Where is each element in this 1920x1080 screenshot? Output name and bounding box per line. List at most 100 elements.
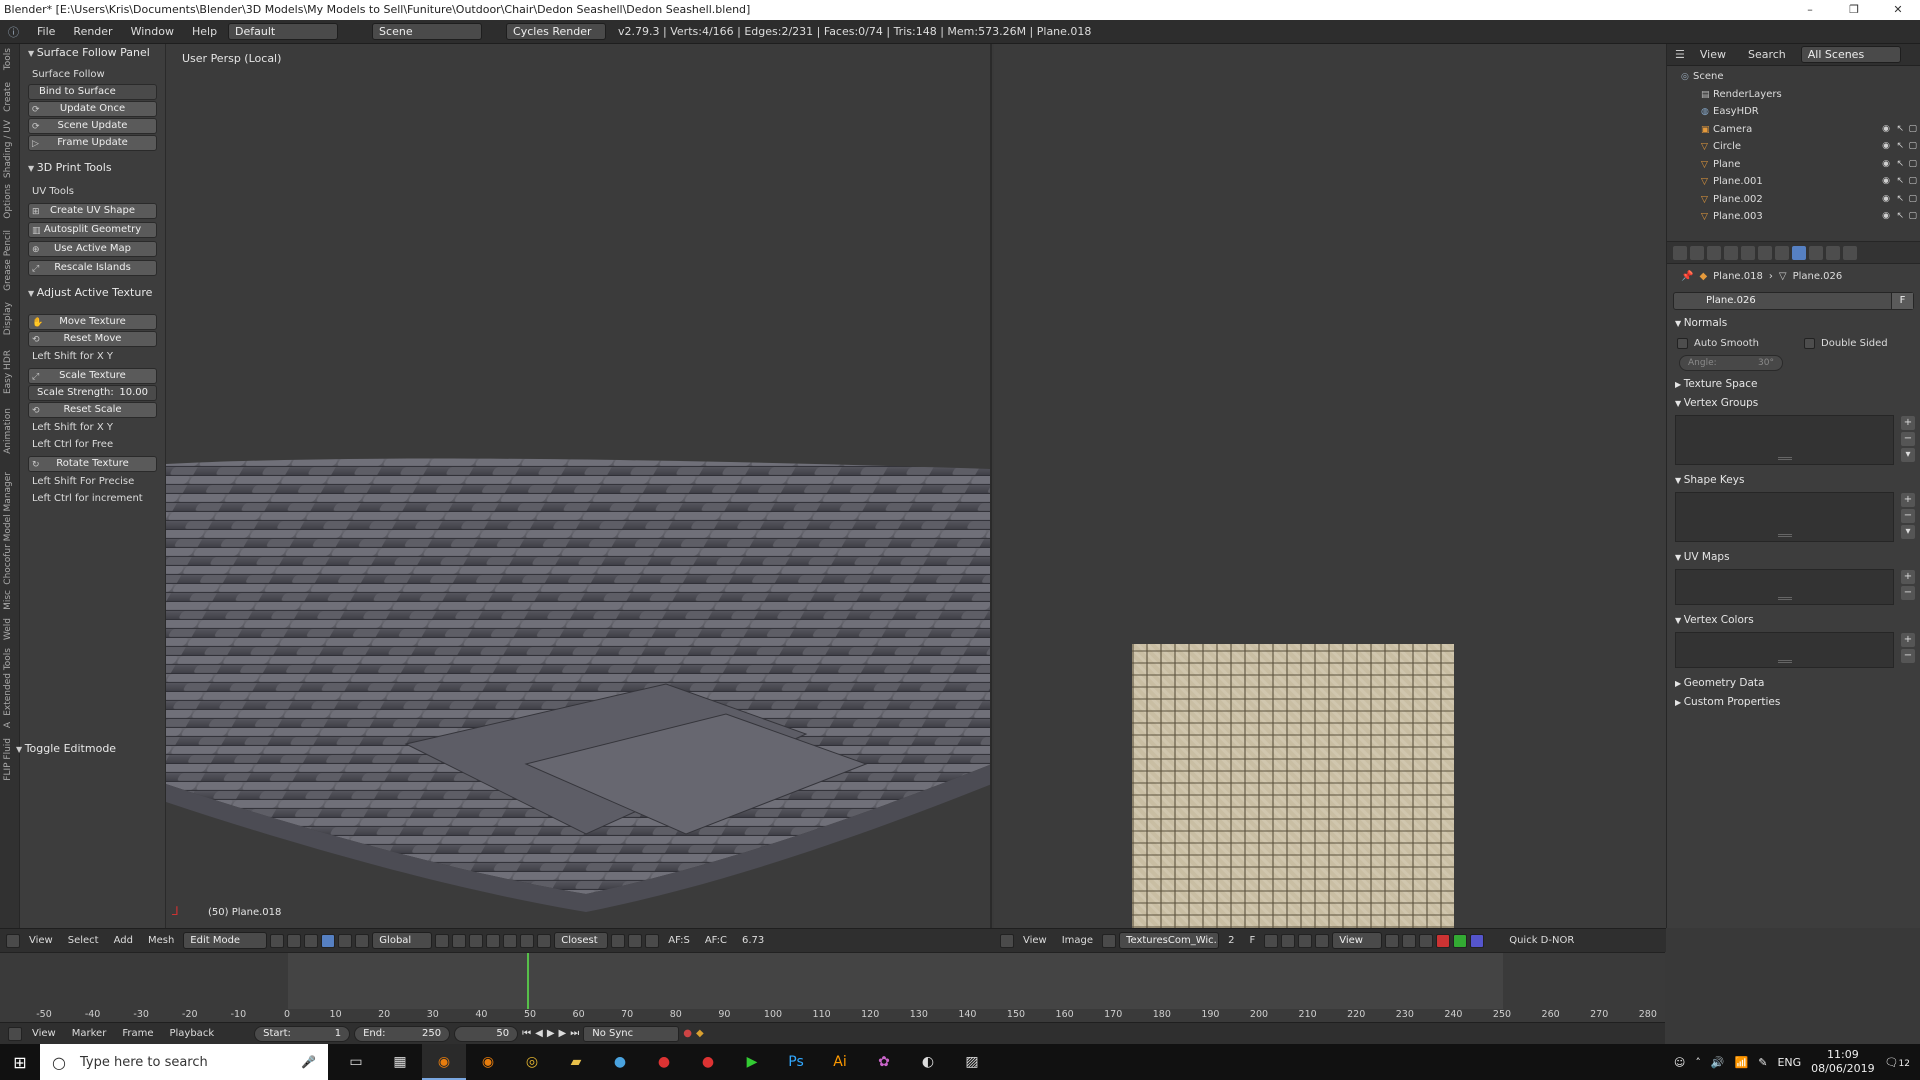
color-app-icon[interactable]: ✿ bbox=[862, 1044, 906, 1080]
pin-icon[interactable]: 📌 bbox=[1681, 271, 1693, 282]
tab-easy-hdr[interactable]: Easy HDR bbox=[3, 350, 13, 394]
cursor-icon[interactable]: ↖ bbox=[1896, 138, 1904, 155]
photoshop-icon[interactable]: Ps bbox=[774, 1044, 818, 1080]
section-uv-maps[interactable]: UV Maps bbox=[1667, 548, 1920, 567]
frame-update-button[interactable]: ▷ Frame Update bbox=[28, 135, 157, 151]
render-icon[interactable]: ▢ bbox=[1908, 156, 1917, 173]
render-icon[interactable]: ▢ bbox=[1908, 173, 1917, 190]
cursor-icon[interactable]: ↖ bbox=[1896, 208, 1904, 225]
chrome-icon[interactable]: ◎ bbox=[510, 1044, 554, 1080]
red-app-2-icon[interactable]: ● bbox=[686, 1044, 730, 1080]
add-uv-map-button[interactable]: + bbox=[1901, 570, 1915, 584]
section-normals[interactable]: Normals bbox=[1667, 314, 1920, 333]
menu-file[interactable]: File bbox=[30, 25, 62, 38]
toggle-editmode-panel[interactable]: Toggle Editmode bbox=[8, 740, 158, 758]
image-datablock[interactable]: TexturesCom_Wic... bbox=[1119, 932, 1220, 949]
3d-menu-select[interactable]: Select bbox=[62, 935, 105, 946]
material-tab-icon[interactable] bbox=[1809, 245, 1823, 260]
tab-tools[interactable]: Tools bbox=[3, 48, 13, 70]
close-button[interactable]: ✕ bbox=[1876, 0, 1920, 20]
render-icon[interactable]: ▢ bbox=[1908, 138, 1917, 155]
remove-vertex-group-button[interactable]: − bbox=[1901, 432, 1915, 446]
uv-image-editor[interactable] bbox=[994, 44, 1666, 928]
outliner-menu-search[interactable]: Search bbox=[1741, 48, 1793, 61]
outliner-row-circle[interactable]: ▽ Circle ◉ ↖ ▢ bbox=[1667, 138, 1920, 156]
render-icon[interactable]: ▢ bbox=[1908, 191, 1917, 208]
texture-tab-icon[interactable] bbox=[1826, 245, 1840, 260]
outliner-row-camera[interactable]: ▣ Camera ◉ ↖ ▢ bbox=[1667, 121, 1920, 139]
render-tab-icon[interactable] bbox=[1673, 245, 1687, 260]
section-texture-space[interactable]: Texture Space bbox=[1667, 375, 1920, 394]
outliner-row-plane[interactable]: ▽ Plane ◉ ↖ ▢ bbox=[1667, 156, 1920, 174]
auto-smooth-checkbox[interactable] bbox=[1677, 337, 1688, 349]
image-menu-view[interactable]: View bbox=[1017, 935, 1053, 946]
scale-texture-button[interactable]: ⤢ Scale Texture bbox=[28, 368, 157, 384]
prev-key-icon[interactable]: ◀ bbox=[535, 1028, 543, 1039]
eye-icon[interactable]: ◉ bbox=[1882, 121, 1890, 138]
snap-icon[interactable] bbox=[520, 933, 535, 948]
jump-end-icon[interactable]: ⏭ bbox=[570, 1028, 579, 1039]
physics-tab-icon[interactable] bbox=[1843, 245, 1857, 260]
autosplit-geometry-button[interactable]: ▥ Autosplit Geometry bbox=[28, 222, 157, 238]
pen-icon[interactable]: ✎ bbox=[1758, 1056, 1767, 1069]
face-select-icon[interactable] bbox=[469, 933, 484, 948]
create-uv-shape-button[interactable]: ⊞ Create UV Shape bbox=[28, 203, 157, 219]
shading-icon[interactable] bbox=[270, 933, 285, 948]
snap-align-icon[interactable] bbox=[611, 933, 626, 948]
angle-field[interactable]: Angle: 30° bbox=[1679, 355, 1783, 371]
vertex-groups-list[interactable]: + − ▾ bbox=[1675, 415, 1915, 465]
uv-sync-icon[interactable] bbox=[1402, 933, 1417, 948]
cursor-icon[interactable]: ↖ bbox=[1896, 173, 1904, 190]
image-browse-icon[interactable] bbox=[1102, 933, 1117, 948]
editor-type-icon[interactable] bbox=[1000, 933, 1014, 948]
move-texture-button[interactable]: ✋ Move Texture bbox=[28, 314, 157, 330]
cursor-icon[interactable]: ↖ bbox=[1896, 191, 1904, 208]
modifiers-tab-icon[interactable] bbox=[1775, 245, 1789, 260]
tab-chocofur[interactable]: Chocofur Model Manager bbox=[3, 472, 13, 585]
volume-icon[interactable]: 🔊 bbox=[1711, 1056, 1725, 1069]
add-vertex-color-button[interactable]: + bbox=[1901, 633, 1915, 647]
use-active-map-button[interactable]: ⊕ Use Active Map bbox=[28, 241, 157, 257]
rescale-islands-button[interactable]: ⤢ Rescale Islands bbox=[28, 260, 157, 276]
outliner-editor-icon[interactable]: ☰ bbox=[1675, 48, 1685, 61]
panel-adjust-active-texture[interactable]: Adjust Active Texture bbox=[20, 284, 165, 302]
file-explorer-icon[interactable]: ▰ bbox=[554, 1044, 598, 1080]
current-frame-marker[interactable] bbox=[527, 953, 529, 1009]
blender-icon[interactable]: ◉ bbox=[422, 1044, 466, 1080]
vertex-group-menu-icon[interactable]: ▾ bbox=[1901, 448, 1915, 462]
3d-menu-view[interactable]: View bbox=[23, 935, 59, 946]
clock[interactable]: 11:09 08/06/2019 bbox=[1811, 1048, 1874, 1076]
reset-scale-button[interactable]: ⟲ Reset Scale bbox=[28, 402, 157, 418]
eye-icon[interactable]: ◉ bbox=[1882, 173, 1890, 190]
sync-mode-selector[interactable]: No Sync bbox=[583, 1025, 680, 1042]
list-resize-grip[interactable] bbox=[1777, 457, 1792, 460]
opengl-render-icon[interactable] bbox=[645, 933, 660, 948]
minimize-button[interactable]: – bbox=[1788, 0, 1832, 20]
translate-icon[interactable] bbox=[321, 933, 336, 948]
editor-type-icon[interactable] bbox=[6, 933, 20, 948]
vertex-colors-list[interactable]: + − bbox=[1675, 632, 1915, 668]
section-custom-properties[interactable]: Custom Properties bbox=[1667, 693, 1920, 712]
photos-icon[interactable]: ▨ bbox=[950, 1044, 994, 1080]
image-fake-user-button[interactable]: F bbox=[1243, 935, 1261, 946]
remove-shape-key-button[interactable]: − bbox=[1901, 509, 1915, 523]
eye-icon[interactable]: ◉ bbox=[1882, 208, 1890, 225]
remove-uv-map-button[interactable]: − bbox=[1901, 586, 1915, 600]
section-vertex-colors[interactable]: Vertex Colors bbox=[1667, 611, 1920, 630]
outliner-menu-view[interactable]: View bbox=[1693, 48, 1733, 61]
manipulator-icon[interactable] bbox=[304, 933, 319, 948]
uv-maps-list[interactable]: + − bbox=[1675, 569, 1915, 605]
pivot-icon[interactable] bbox=[1385, 933, 1400, 948]
taskbar-search[interactable]: ○ Type here to search 🎤 bbox=[40, 1044, 328, 1080]
rotate-icon[interactable] bbox=[338, 933, 353, 948]
bind-to-surface-button[interactable]: Bind to Surface bbox=[28, 84, 157, 100]
outliner-filter-select[interactable]: All Scenes bbox=[1800, 46, 1901, 63]
network-icon[interactable]: 📶 bbox=[1735, 1056, 1749, 1069]
end-frame-field[interactable]: End: 250 bbox=[354, 1025, 451, 1042]
update-once-button[interactable]: ⟳ Update Once bbox=[28, 101, 157, 117]
tab-animation[interactable]: Animation bbox=[3, 408, 13, 454]
keying-set-icon[interactable]: ◆ bbox=[696, 1028, 704, 1039]
tab-shading-uv[interactable]: Shading / UV bbox=[3, 120, 13, 178]
outliner-row-plane-003[interactable]: ▽ Plane.003 ◉ ↖ ▢ bbox=[1667, 208, 1920, 226]
orientation-selector[interactable]: Global bbox=[372, 932, 433, 949]
